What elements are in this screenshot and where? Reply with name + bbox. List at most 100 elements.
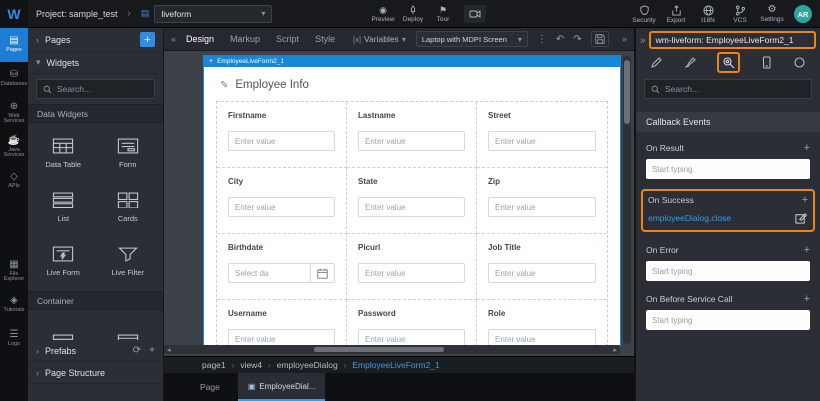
page-artboard[interactable]: + EmployeeLiveForm2_1 ✎ Employee Info Fi… <box>204 56 620 346</box>
device-select[interactable]: Laptop with MDPI Screen ▾ <box>416 31 528 47</box>
properties-search-input[interactable]: Search... <box>644 79 812 99</box>
collapse-panel-icon[interactable]: » <box>640 35 646 46</box>
rail-item-web-services[interactable]: ⊕ Web Services <box>0 96 28 130</box>
tab-markup[interactable]: Markup <box>230 34 260 44</box>
lastname-input[interactable]: Enter value <box>358 131 465 151</box>
on-success-handler-link[interactable]: employeeDialog.close <box>648 213 731 223</box>
password-input[interactable]: Enter value <box>358 329 465 346</box>
form-field-picurl[interactable]: Picurl Enter value <box>347 234 477 300</box>
widget-tile-live-form[interactable]: Live Form <box>32 235 95 287</box>
breadcrumb-page1[interactable]: page1 <box>202 360 226 370</box>
move-handle-icon[interactable]: + <box>209 58 213 65</box>
vcs-button[interactable]: VCS <box>725 5 755 24</box>
save-button[interactable] <box>591 31 609 47</box>
widget-search-input[interactable]: Search... <box>36 79 155 99</box>
user-avatar[interactable]: AR <box>794 5 812 23</box>
form-field-firstname[interactable]: Firstname Enter value <box>217 102 347 168</box>
edit-handler-button[interactable] <box>793 210 808 225</box>
rail-item-pages[interactable]: ▤ Pages <box>0 28 28 62</box>
form-field-username[interactable]: Username Enter value <box>217 300 347 346</box>
rail-item-apis[interactable]: ◇ APIs <box>0 164 28 198</box>
expand-right-icon[interactable]: » <box>622 34 627 44</box>
form-field-password[interactable]: Password Enter value <box>347 300 477 346</box>
scroll-right-arrow-icon[interactable]: ▸ <box>613 346 617 354</box>
username-input[interactable]: Enter value <box>228 329 335 346</box>
undo-icon[interactable]: ↶ <box>556 34 564 45</box>
rail-item-logs[interactable]: ☰ Logs <box>0 322 28 356</box>
horizontal-scrollbar[interactable]: ◂ ▸ <box>164 345 620 354</box>
tab-events[interactable] <box>717 52 740 73</box>
security-button[interactable]: Security <box>629 5 659 24</box>
on-error-input[interactable]: Start typing <box>646 261 810 281</box>
rail-item-file-explorer[interactable]: ▦ File Explorer <box>0 254 28 288</box>
selected-widget-tag[interactable]: + EmployeeLiveForm2_1 <box>204 56 620 67</box>
form-field-lastname[interactable]: Lastname Enter value <box>347 102 477 168</box>
variables-button[interactable]: [x] Variables ▾ <box>353 34 406 44</box>
widgets-section-header[interactable]: ▾ Widgets <box>28 52 163 74</box>
page-structure-section-header[interactable]: › Page Structure <box>28 362 163 384</box>
breadcrumb-employeeliveform[interactable]: EmployeeLiveForm2_1 <box>352 360 439 370</box>
form-field-city[interactable]: City Enter value <box>217 168 347 234</box>
preview-button[interactable]: ◉ Preview <box>368 5 398 23</box>
add-handler-icon[interactable]: + <box>802 194 808 206</box>
tab-design[interactable]: Design <box>186 34 214 44</box>
widget-tile-live-filter[interactable]: Live Filter <box>97 235 160 287</box>
settings-button[interactable]: ⚙ Settings <box>757 5 787 23</box>
widget-tile-cards[interactable]: Cards <box>97 181 160 233</box>
tab-styles[interactable] <box>683 56 696 69</box>
city-input[interactable]: Enter value <box>228 197 335 217</box>
scroll-left-arrow-icon[interactable]: ◂ <box>167 346 171 354</box>
tab-state[interactable] <box>793 56 806 69</box>
export-button[interactable]: Export <box>661 5 691 24</box>
firstname-input[interactable]: Enter value <box>228 131 335 151</box>
add-handler-icon[interactable]: + <box>804 293 810 305</box>
vertical-scrollbar-thumb[interactable] <box>624 60 630 124</box>
breadcrumb-employeedialog[interactable]: employeeDialog <box>277 360 338 370</box>
birthdate-input[interactable]: Select da <box>228 263 311 283</box>
vertical-scrollbar[interactable] <box>623 56 631 344</box>
rail-item-tutorials[interactable]: ◈ Tutorials <box>0 288 28 322</box>
refresh-icon[interactable]: ⟳ <box>133 345 141 356</box>
edit-pencil-icon[interactable]: ✎ <box>220 80 228 91</box>
deploy-button[interactable]: Deploy <box>398 5 428 23</box>
date-picker-button[interactable] <box>311 263 335 283</box>
street-input[interactable]: Enter value <box>488 131 596 151</box>
kebab-menu-icon[interactable]: ⋮ <box>537 34 547 45</box>
tab-employee-dialog[interactable]: ▣ EmployeeDial... <box>238 373 326 401</box>
on-result-input[interactable]: Start typing <box>646 159 810 179</box>
add-handler-icon[interactable]: + <box>804 142 810 154</box>
tour-button[interactable]: ⚑ Tour <box>428 5 458 23</box>
on-before-service-call-input[interactable]: Start typing <box>646 310 810 330</box>
widget-tile-container[interactable] <box>32 316 95 340</box>
tab-properties[interactable] <box>650 56 663 69</box>
add-prefab-icon[interactable]: + <box>149 345 155 356</box>
pages-section-header[interactable]: › Pages + <box>28 28 163 52</box>
redo-icon[interactable]: ↷ <box>573 34 581 45</box>
widget-tile-list[interactable]: List <box>32 181 95 233</box>
jobtitle-input[interactable]: Enter value <box>488 263 596 283</box>
add-handler-icon[interactable]: + <box>804 244 810 256</box>
horizontal-scrollbar-thumb[interactable] <box>314 347 444 352</box>
picurl-input[interactable]: Enter value <box>358 263 465 283</box>
prefabs-section-header[interactable]: › Prefabs ⟳ + <box>28 340 163 362</box>
rail-item-java-services[interactable]: ☕ Java Services <box>0 130 28 164</box>
tab-device[interactable] <box>760 56 773 69</box>
tab-script[interactable]: Script <box>276 34 299 44</box>
tab-style[interactable]: Style <box>315 34 335 44</box>
widget-tile-form[interactable]: Form <box>97 127 160 179</box>
rail-item-databases[interactable]: ⛁ Databases <box>0 62 28 96</box>
form-field-birthdate[interactable]: Birthdate Select da <box>217 234 347 300</box>
role-input[interactable]: Enter value <box>488 329 596 346</box>
form-field-state[interactable]: State Enter value <box>347 168 477 234</box>
widget-tile-layout[interactable] <box>97 316 160 340</box>
state-input[interactable]: Enter value <box>358 197 465 217</box>
form-field-jobtitle[interactable]: Job Title Enter value <box>477 234 607 300</box>
widget-tile-data-table[interactable]: Data Table <box>32 127 95 179</box>
form-field-role[interactable]: Role Enter value <box>477 300 607 346</box>
page-dropdown[interactable]: liveform ▾ <box>154 5 272 23</box>
form-field-street[interactable]: Street Enter value <box>477 102 607 168</box>
wavemaker-logo[interactable]: W <box>0 0 28 28</box>
i18n-button[interactable]: I18N <box>693 5 723 24</box>
zip-input[interactable]: Enter value <box>488 197 596 217</box>
collapse-left-icon[interactable]: « <box>171 34 176 44</box>
